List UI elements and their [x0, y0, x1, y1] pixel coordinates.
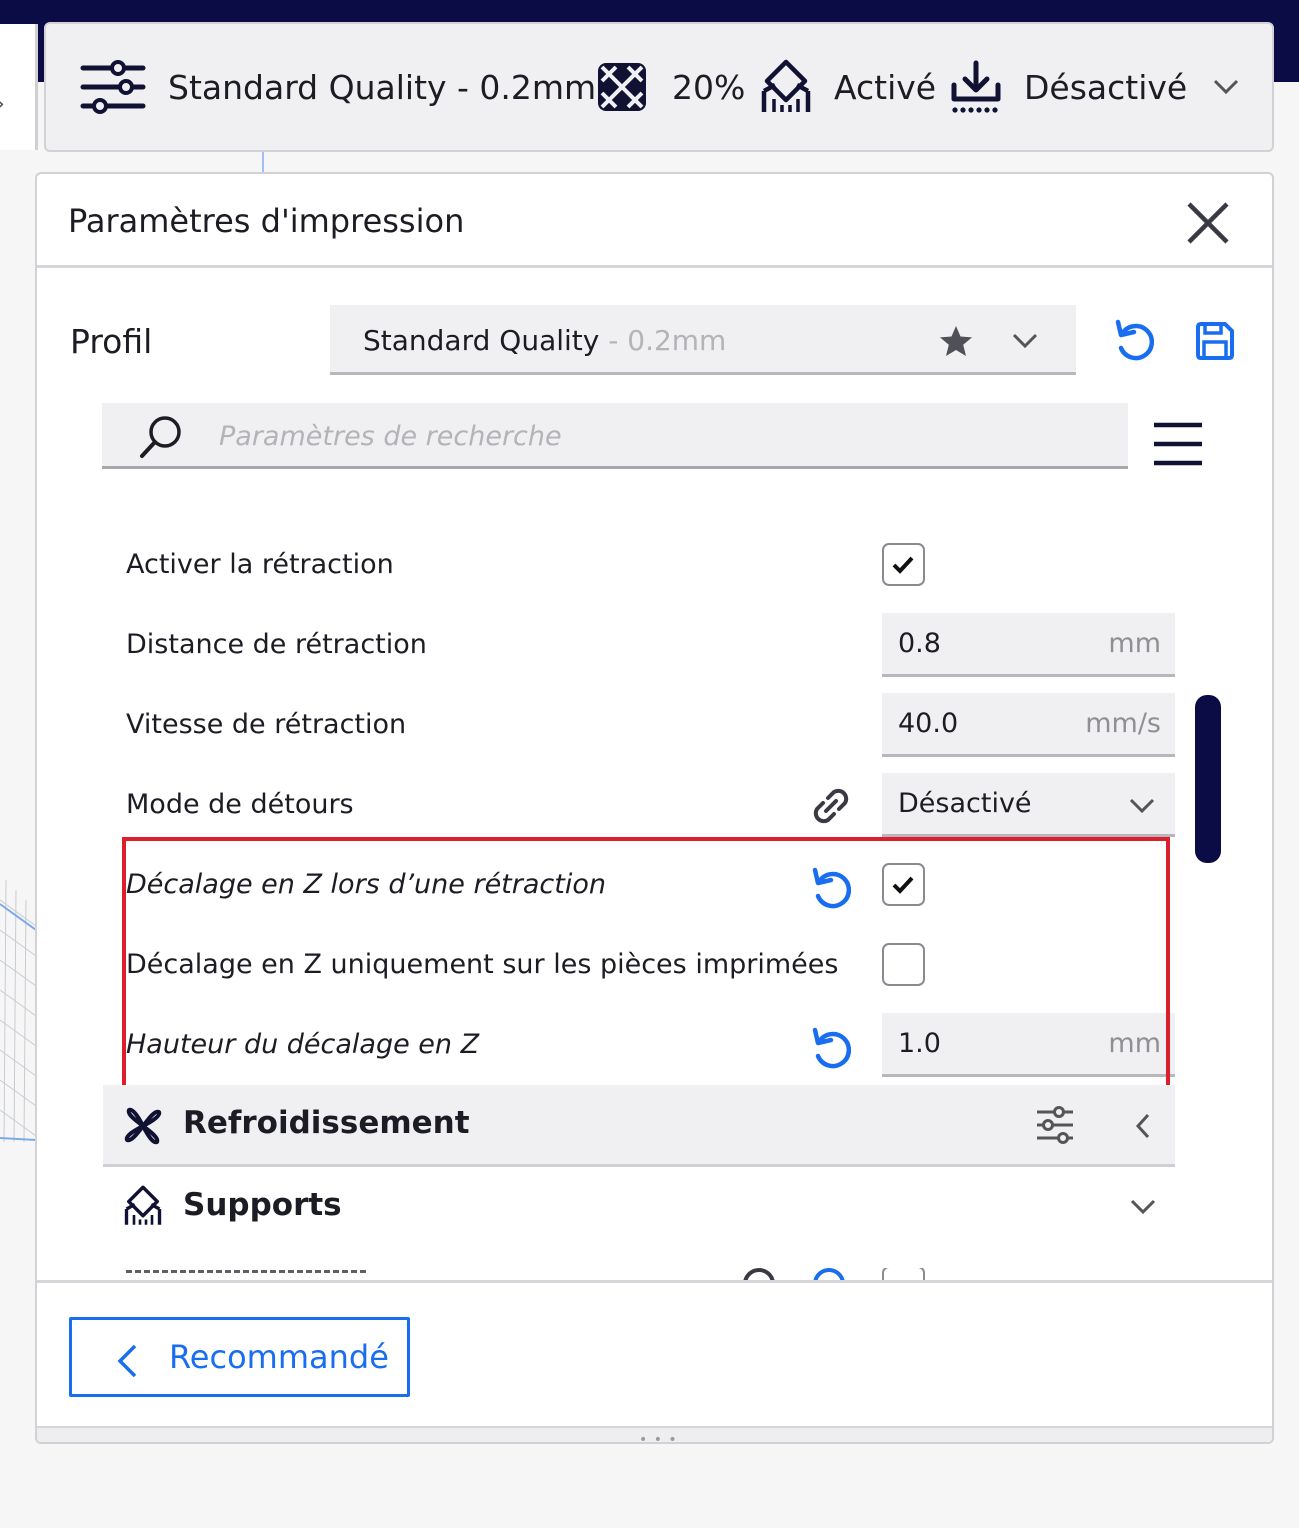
clipped-label: [126, 1270, 366, 1276]
save-icon[interactable]: [1195, 321, 1235, 361]
support-summary[interactable]: Activé: [760, 24, 936, 150]
sliders-icon: [80, 60, 146, 114]
adhesion-summary[interactable]: Désactivé: [950, 24, 1187, 150]
support-icon: [761, 59, 811, 112]
menu-icon[interactable]: [1152, 421, 1204, 467]
profile-select[interactable]: Standard Quality - 0.2mm: [330, 305, 1076, 375]
build-plate-grid: [0, 880, 36, 1142]
search-icon: [140, 416, 181, 458]
highlight-box: [122, 837, 1170, 1093]
setting-label-combing-mode: Mode de détours: [126, 789, 354, 820]
grip-icon: • • •: [639, 1432, 678, 1444]
scrollbar-thumb[interactable]: [1195, 695, 1221, 863]
recommended-button-label: Recommandé: [169, 1338, 389, 1376]
category-supports-title: Supports: [183, 1187, 342, 1223]
infill-summary[interactable]: 20%: [596, 24, 745, 150]
search-input[interactable]: Paramètres de recherche: [219, 421, 562, 452]
print-setup-toolbar[interactable]: Standard Quality - 0.2mm 20% Activé Désa…: [44, 22, 1274, 152]
recommended-button[interactable]: Recommandé: [69, 1317, 410, 1397]
checkmark-icon: [892, 556, 914, 574]
category-cooling-title: Refroidissement: [183, 1105, 470, 1141]
chevron-right-icon: ›: [0, 92, 5, 117]
chevron-down-icon[interactable]: [1130, 1199, 1156, 1215]
settings-sliders-icon[interactable]: [1035, 1106, 1075, 1144]
fan-icon: [124, 1107, 162, 1145]
panel-footer: Recommandé: [37, 1280, 1272, 1426]
adhesion-icon: [951, 60, 1001, 113]
chevron-down-icon[interactable]: [1212, 78, 1240, 96]
setting-label-retraction-speed: Vitesse de rétraction: [126, 709, 407, 740]
star-icon[interactable]: [939, 325, 973, 357]
infill-icon: [598, 63, 646, 111]
retraction-speed-unit: mm/s: [1085, 708, 1161, 739]
adhesion-summary-label: Désactivé: [1024, 67, 1188, 107]
chevron-left-icon[interactable]: [1135, 1113, 1151, 1139]
profile-name: Standard Quality: [363, 324, 600, 357]
infill-summary-label: 20%: [672, 67, 746, 107]
profile-select-value: Standard Quality - 0.2mm: [363, 324, 726, 357]
link-icon[interactable]: [809, 784, 853, 828]
setting-label-retraction-distance: Distance de rétraction: [126, 629, 427, 660]
retraction-distance-field[interactable]: 0.8 mm: [882, 613, 1175, 677]
view-guide-line: [262, 150, 264, 174]
reset-profile-icon[interactable]: [1112, 318, 1154, 362]
support-icon: [124, 1185, 162, 1225]
profile-summary[interactable]: Standard Quality - 0.2mm: [80, 24, 596, 150]
close-icon[interactable]: [1185, 200, 1231, 246]
profile-layer-height: - 0.2mm: [599, 324, 727, 357]
retraction-enable-checkbox[interactable]: [882, 543, 925, 586]
profile-label: Profil: [70, 322, 153, 361]
print-settings-panel: Paramètres d'impression Profil Standard …: [35, 172, 1274, 1444]
panel-header: Paramètres d'impression: [37, 174, 1272, 268]
panel-title: Paramètres d'impression: [68, 202, 465, 240]
left-stub: ›: [0, 24, 38, 150]
category-supports[interactable]: Supports: [103, 1167, 1175, 1249]
combing-mode-value: Désactivé: [898, 788, 1032, 819]
category-cooling[interactable]: Refroidissement: [103, 1085, 1175, 1167]
retraction-distance-unit: mm: [1108, 628, 1161, 659]
combing-mode-select[interactable]: Désactivé: [882, 773, 1175, 837]
setting-label-retraction-enable: Activer la rétraction: [126, 549, 394, 580]
panel-resize-handle[interactable]: • • •: [37, 1426, 1272, 1444]
support-summary-label: Activé: [834, 67, 937, 107]
retraction-speed-value: 40.0: [898, 708, 959, 739]
retraction-distance-value: 0.8: [898, 628, 941, 659]
chevron-down-icon[interactable]: [1012, 333, 1038, 349]
chevron-left-icon: [117, 1344, 137, 1378]
retraction-speed-field[interactable]: 40.0 mm/s: [882, 693, 1175, 757]
chevron-down-icon: [1129, 798, 1155, 814]
search-settings-field[interactable]: Paramètres de recherche: [102, 403, 1128, 469]
profile-summary-label: Standard Quality - 0.2mm: [168, 67, 597, 107]
